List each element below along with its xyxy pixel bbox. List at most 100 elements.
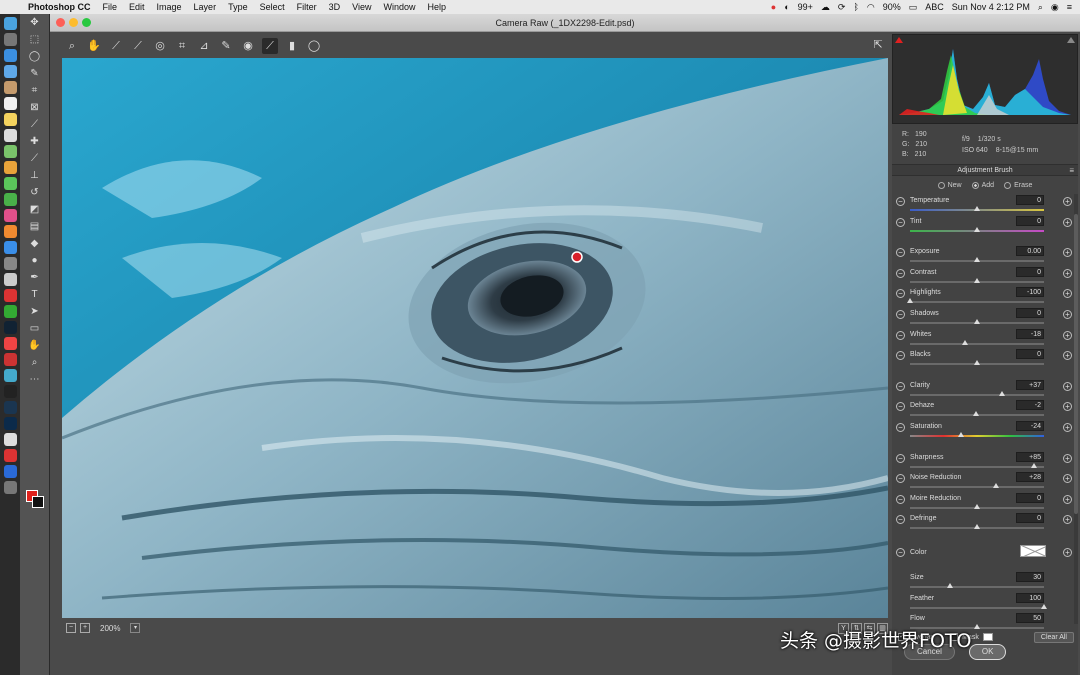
menu-help[interactable]: Help [421, 2, 452, 12]
slider-track[interactable] [910, 301, 1044, 304]
decrease-icon[interactable]: − [896, 289, 905, 299]
app-icon-11[interactable] [3, 481, 17, 494]
calendar-icon[interactable] [3, 97, 17, 110]
increase-icon[interactable]: + [1063, 217, 1072, 227]
decrease-icon[interactable]: − [896, 453, 905, 463]
lightroom-icon[interactable] [3, 401, 17, 414]
app-icon-10[interactable] [3, 465, 17, 478]
slider-thumb[interactable] [1030, 462, 1037, 468]
increase-icon[interactable]: + [1063, 402, 1072, 412]
mail-icon[interactable] [3, 65, 17, 78]
slider-clarity[interactable]: − Clarity +37 + [892, 379, 1078, 399]
app-menu[interactable]: Photoshop CC [22, 2, 97, 12]
menu-type[interactable]: Type [222, 2, 254, 12]
increase-icon[interactable]: + [1063, 515, 1072, 525]
cloud-icon[interactable]: ☁ [821, 2, 830, 13]
maps-icon[interactable] [3, 145, 17, 158]
slider-value-field[interactable]: 0 [1016, 513, 1044, 524]
highlight-clipping-warning[interactable] [1067, 37, 1075, 43]
slider-thumb[interactable] [974, 226, 980, 232]
targeted-adjust-icon[interactable]: ◎ [152, 38, 168, 54]
path-select-tool-icon[interactable]: ➤ [28, 305, 42, 319]
slider-temperature[interactable]: − Temperature 0 + [892, 194, 1078, 214]
healing-tool-icon[interactable]: ✚ [28, 135, 42, 149]
straighten-icon[interactable]: ⊿ [196, 38, 212, 54]
mode-new[interactable]: New [937, 181, 962, 189]
clock[interactable]: Sun Nov 4 2:12 PM [952, 2, 1030, 12]
slider-value-field[interactable]: +37 [1016, 379, 1044, 390]
ok-button[interactable]: OK [968, 644, 1007, 660]
slider-thumb[interactable] [907, 298, 913, 304]
menu-view[interactable]: View [346, 2, 377, 12]
slider-shadows[interactable]: − Shadows 0 + [892, 307, 1078, 327]
open-preferences-icon[interactable]: ⇱ [870, 38, 886, 54]
notification-badge[interactable]: 99+ [798, 2, 813, 12]
increase-icon[interactable]: + [1063, 423, 1072, 432]
increase-icon[interactable]: + [1063, 289, 1072, 299]
history-brush-icon[interactable]: ↺ [28, 186, 42, 200]
radio-icon[interactable] [1004, 181, 1012, 189]
notification-center-icon[interactable]: ≡ [1067, 2, 1072, 12]
stamp-tool-icon[interactable]: ⊥ [28, 169, 42, 183]
decrease-icon[interactable]: − [896, 381, 905, 391]
brush-feather[interactable]: Feather 100 [892, 592, 1078, 612]
slider-track[interactable] [910, 606, 1044, 609]
pen-tool-icon[interactable]: ✒ [28, 271, 42, 285]
app-icon-2[interactable] [3, 289, 17, 302]
ibooks-icon[interactable] [3, 225, 17, 238]
increase-icon[interactable]: + [1063, 548, 1072, 557]
slider-value-field[interactable]: 0 [1016, 308, 1044, 318]
zoom-dropdown-icon[interactable]: ▾ [130, 623, 141, 633]
slider-value-field[interactable]: +28 [1016, 472, 1044, 483]
decrease-icon[interactable]: − [896, 217, 905, 227]
clear-all-button[interactable]: Clear All [1033, 631, 1074, 643]
slider-track[interactable] [910, 465, 1044, 468]
slider-value-field[interactable]: -2 [1016, 400, 1044, 411]
decrease-icon[interactable]: − [896, 548, 905, 557]
mode-erase[interactable]: Erase [1004, 181, 1032, 189]
shape-tool-icon[interactable]: ▭ [28, 322, 42, 336]
menu-layer[interactable]: Layer [188, 2, 223, 12]
slider-thumb[interactable] [957, 432, 964, 437]
slider-moire-reduction[interactable]: − Moire Reduction 0 + [892, 492, 1078, 512]
slider-value-field[interactable]: -24 [1016, 421, 1044, 431]
app-icon-5[interactable] [3, 337, 17, 350]
type-tool-icon[interactable]: T [28, 288, 42, 302]
marquee-tool-icon[interactable]: ⬚ [28, 33, 42, 47]
zoom-icon[interactable]: ⌕ [64, 38, 80, 54]
slider-track[interactable] [910, 586, 1044, 588]
decrease-icon[interactable]: − [896, 494, 905, 504]
slider-thumb[interactable] [974, 257, 980, 263]
zoom-out-button[interactable]: − [66, 623, 76, 633]
slider-thumb[interactable] [961, 339, 968, 345]
white-balance-icon[interactable]: ⟋ [108, 38, 124, 54]
slider-tint[interactable]: − Tint 0 + [892, 215, 1078, 235]
adjustment-pin[interactable] [571, 251, 583, 263]
slider-thumb[interactable] [974, 524, 980, 530]
launchpad-icon[interactable] [3, 33, 17, 46]
panel-menu-icon[interactable]: ≡ [1069, 165, 1074, 177]
increase-icon[interactable]: + [1063, 453, 1072, 463]
increase-icon[interactable]: + [1063, 381, 1072, 391]
minimize-button[interactable] [69, 18, 78, 27]
slider-value-field[interactable]: -100 [1016, 287, 1044, 298]
slider-thumb[interactable] [974, 319, 980, 324]
messages-icon[interactable] [3, 177, 17, 190]
color-sampler-icon[interactable]: ⟋ [130, 38, 146, 54]
background-color-swatch[interactable] [32, 496, 44, 508]
slider-thumb[interactable] [974, 277, 980, 283]
slider-value-field[interactable]: 0 [1016, 349, 1044, 360]
mode-add[interactable]: Add [971, 181, 994, 189]
dodge-tool-icon[interactable]: ● [28, 254, 42, 268]
shadow-clipping-warning[interactable] [895, 37, 903, 43]
decrease-icon[interactable]: − [896, 330, 905, 340]
input-source[interactable]: ABC [925, 2, 944, 12]
eraser-tool-icon[interactable]: ◩ [28, 203, 42, 217]
blur-tool-icon[interactable]: ◆ [28, 237, 42, 251]
mask-color-swatch[interactable] [982, 633, 993, 641]
slider-blacks[interactable]: − Blacks 0 + [892, 348, 1078, 368]
scrollbar-thumb[interactable] [1074, 214, 1078, 514]
slider-value-field[interactable]: 0 [1016, 195, 1044, 205]
safari-icon[interactable] [3, 49, 17, 62]
menu-window[interactable]: Window [377, 2, 421, 12]
